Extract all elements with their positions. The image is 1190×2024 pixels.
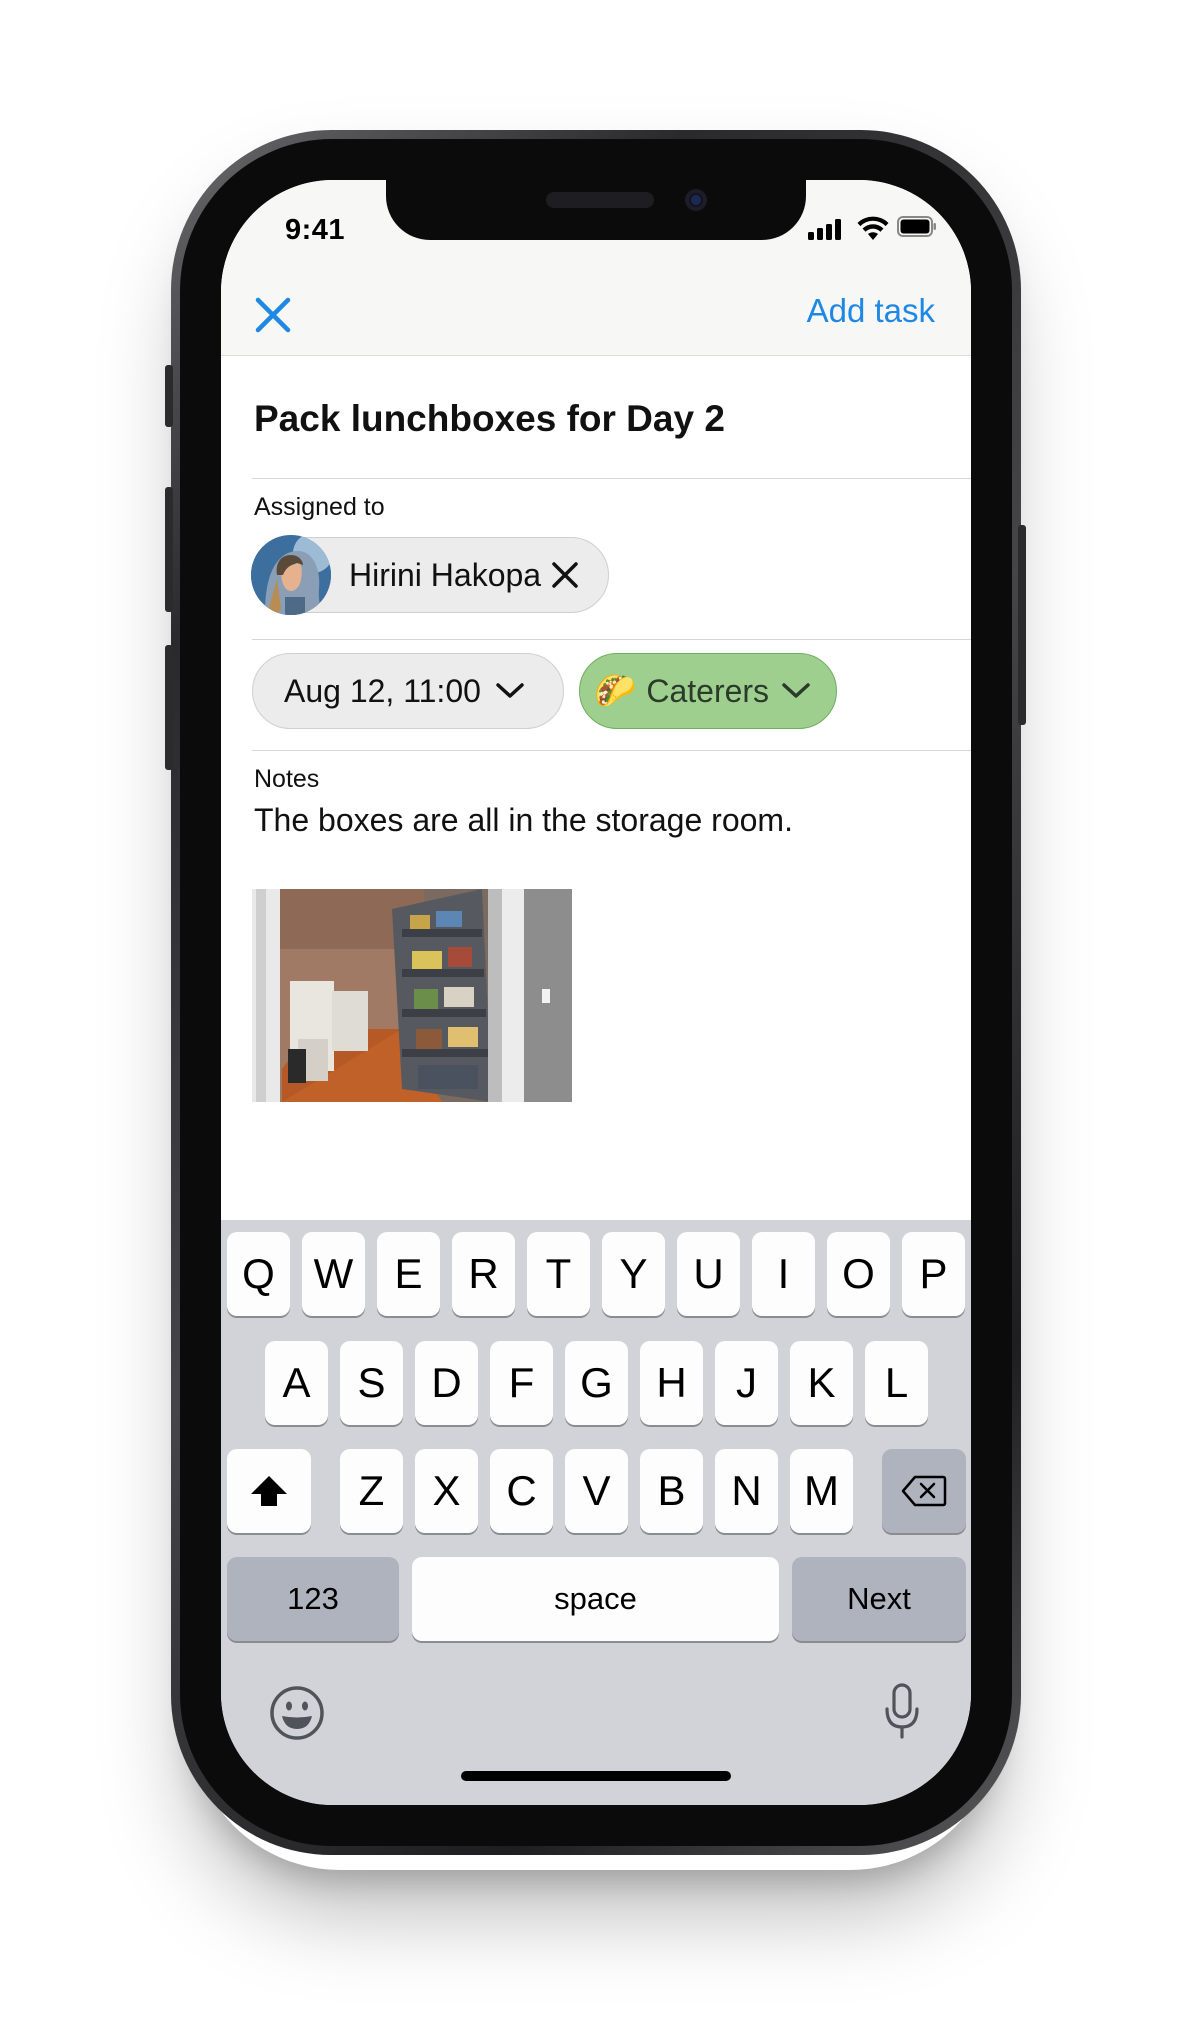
key-n[interactable]: N [715, 1449, 778, 1533]
backspace-icon [901, 1475, 947, 1507]
key-s[interactable]: S [340, 1341, 403, 1425]
numbers-key[interactable]: 123 [227, 1557, 399, 1641]
avatar [251, 535, 331, 615]
key-f[interactable]: F [490, 1341, 553, 1425]
shift-key[interactable] [227, 1449, 311, 1533]
power-button [1018, 525, 1026, 725]
category-dropdown[interactable]: 🌮 Caterers [579, 653, 837, 729]
key-v[interactable]: V [565, 1449, 628, 1533]
due-date-dropdown[interactable]: Aug 12, 11:00 [252, 653, 564, 729]
divider [252, 750, 971, 751]
divider [252, 639, 971, 640]
volume-up-button [165, 487, 173, 612]
key-z[interactable]: Z [340, 1449, 403, 1533]
key-j[interactable]: J [715, 1341, 778, 1425]
shift-icon [251, 1476, 287, 1506]
assignee-name: Hirini Hakopa [349, 556, 542, 593]
key-m[interactable]: M [790, 1449, 853, 1533]
notes-label: Notes [254, 765, 320, 793]
key-u[interactable]: U [677, 1232, 740, 1316]
front-camera [685, 189, 707, 211]
chevron-down-icon [782, 683, 810, 698]
wifi-icon [857, 216, 889, 240]
screen: 9:41 Add task Pack lunchboxes for Day 2 … [221, 180, 971, 1805]
keyboard: Q W E R T Y U I O P A S D F G H J K L Z … [221, 1220, 971, 1805]
key-i[interactable]: I [752, 1232, 815, 1316]
key-k[interactable]: K [790, 1341, 853, 1425]
due-date-value: Aug 12, 11:00 [284, 672, 481, 709]
key-p[interactable]: P [902, 1232, 965, 1316]
key-y[interactable]: Y [602, 1232, 665, 1316]
key-d[interactable]: D [415, 1341, 478, 1425]
cellular-signal-icon [808, 218, 848, 240]
home-indicator[interactable] [461, 1771, 731, 1781]
category-label: Caterers [646, 672, 770, 709]
notch [386, 180, 806, 240]
assigned-to-label: Assigned to [254, 493, 385, 521]
notes-input[interactable]: The boxes are all in the storage room. [254, 802, 793, 839]
key-w[interactable]: W [302, 1232, 365, 1316]
taco-icon: 🌮 [594, 672, 637, 710]
emoji-icon[interactable] [269, 1685, 325, 1741]
delete-key[interactable] [882, 1449, 966, 1533]
key-r[interactable]: R [452, 1232, 515, 1316]
key-h[interactable]: H [640, 1341, 703, 1425]
key-q[interactable]: Q [227, 1232, 290, 1316]
battery-icon [897, 216, 936, 237]
attached-photo[interactable] [252, 889, 572, 1102]
key-x[interactable]: X [415, 1449, 478, 1533]
close-icon[interactable] [251, 293, 295, 337]
task-title-input[interactable]: Pack lunchboxes for Day 2 [254, 398, 725, 440]
key-o[interactable]: O [827, 1232, 890, 1316]
status-time: 9:41 [285, 214, 346, 246]
key-e[interactable]: E [377, 1232, 440, 1316]
key-b[interactable]: B [640, 1449, 703, 1533]
volume-down-button [165, 645, 173, 770]
key-l[interactable]: L [865, 1341, 928, 1425]
key-t[interactable]: T [527, 1232, 590, 1316]
speaker-grille [546, 192, 654, 208]
space-key[interactable]: space [412, 1557, 779, 1641]
chevron-down-icon [496, 683, 524, 698]
key-c[interactable]: C [490, 1449, 553, 1533]
assignee-chip[interactable]: Hirini Hakopa [251, 535, 609, 615]
key-g[interactable]: G [565, 1341, 628, 1425]
add-task-button[interactable]: Add task [807, 292, 935, 330]
silent-switch [165, 365, 173, 427]
divider [252, 478, 971, 479]
next-key[interactable]: Next [792, 1557, 966, 1641]
key-a[interactable]: A [265, 1341, 328, 1425]
remove-assignee-icon[interactable] [551, 561, 579, 589]
microphone-icon[interactable] [883, 1683, 921, 1741]
